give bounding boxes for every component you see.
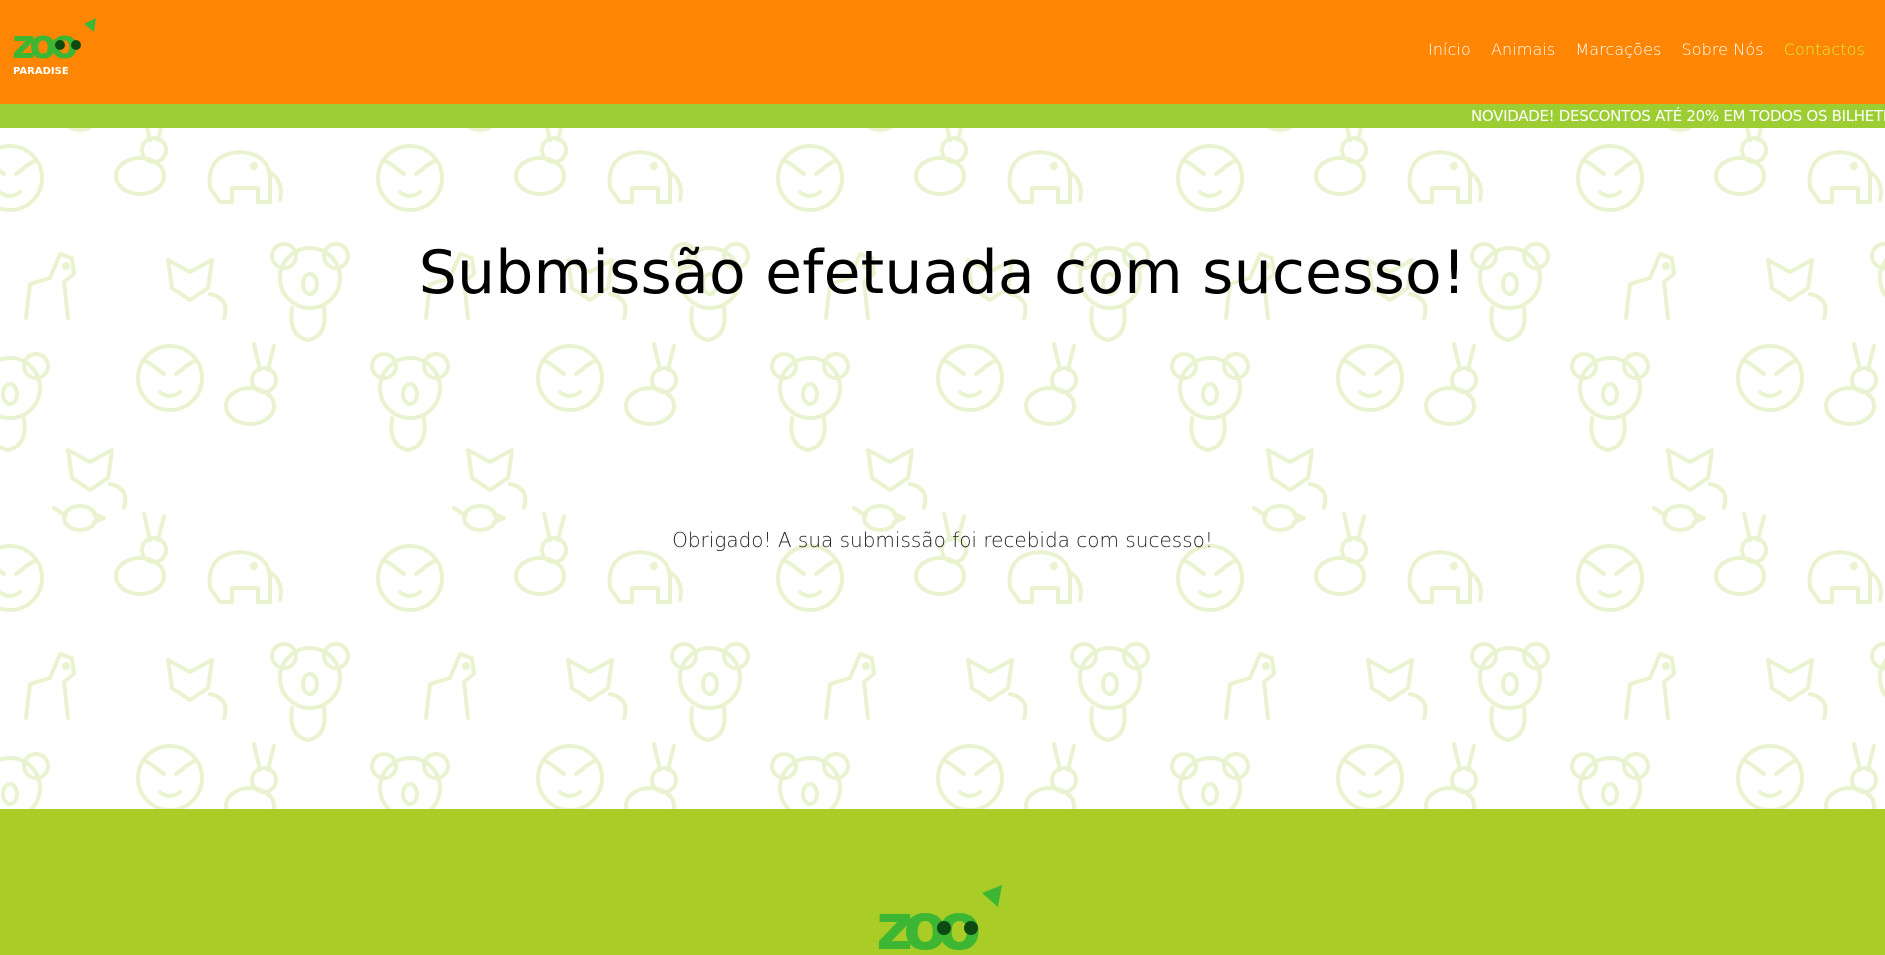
- svg-text:zoo: zoo: [876, 891, 979, 955]
- site-footer: zoo: [0, 809, 1885, 955]
- nav-link-marcacoes[interactable]: Marcações: [1575, 40, 1661, 59]
- main-nav: Início Animais Marcações Sobre Nós Conta…: [1428, 40, 1865, 59]
- site-header: zoo PARADISE Início Animais Marcações So…: [0, 0, 1885, 104]
- ticker-text: NOVIDADE! DESCONTOS ATÉ 20% EM TODOS OS …: [1471, 107, 1885, 125]
- page-title: Submissão efetuada com sucesso!: [418, 238, 1467, 308]
- zoo-logo-icon: zoo PARADISE: [12, 18, 96, 77]
- announcement-ticker: NOVIDADE! DESCONTOS ATÉ 20% EM TODOS OS …: [0, 104, 1885, 128]
- zoo-logo-icon: zoo: [876, 885, 1002, 955]
- footer-logo[interactable]: zoo: [874, 883, 1014, 955]
- nav-link-animais[interactable]: Animais: [1491, 40, 1555, 59]
- nav-link-inicio[interactable]: Início: [1428, 40, 1471, 59]
- success-message: Obrigado! A sua submissão foi recebida c…: [672, 528, 1213, 552]
- nav-link-sobre-nos[interactable]: Sobre Nós: [1681, 40, 1763, 59]
- svg-text:zoo: zoo: [12, 22, 77, 68]
- animal-pattern-background: [0, 128, 1885, 809]
- nav-link-contactos[interactable]: Contactos: [1784, 40, 1865, 59]
- site-logo[interactable]: zoo PARADISE: [12, 18, 104, 78]
- main-content: Submissão efetuada com sucesso! Obrigado…: [0, 128, 1885, 809]
- svg-text:PARADISE: PARADISE: [13, 66, 69, 77]
